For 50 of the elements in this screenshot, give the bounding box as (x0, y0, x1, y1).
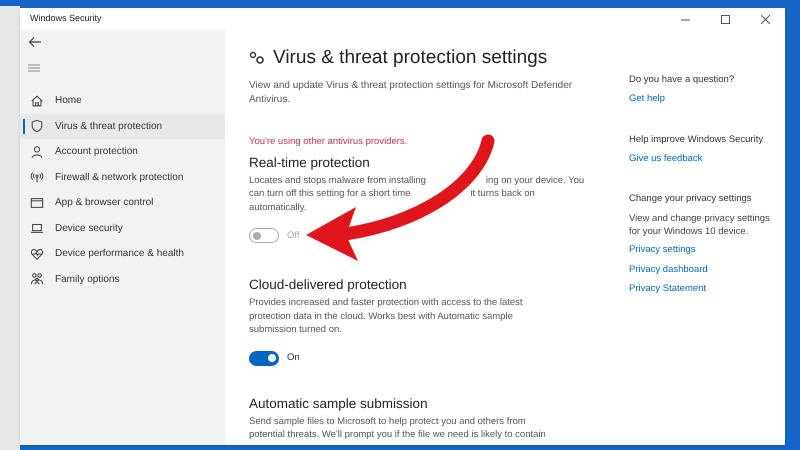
toggle-switch[interactable] (249, 350, 279, 366)
maximize-icon[interactable] (720, 14, 730, 24)
heart-icon (30, 246, 44, 261)
aside-text: View and change privacy settings for your Windows 10 device. (629, 212, 771, 238)
shield-icon (30, 119, 44, 134)
section-title: Automatic sample submission (249, 396, 429, 412)
family-icon (30, 272, 44, 286)
sidebar-item[interactable]: App & browser control (20, 190, 225, 216)
toggle-state-label: On (287, 351, 300, 366)
sidebar-item[interactable]: Family options (20, 266, 225, 292)
sidebar-item[interactable]: Device performance & health (20, 241, 225, 266)
warning-text: You're using other antivirus providers. (249, 134, 408, 148)
section-title: Real-time protection (249, 154, 371, 171)
description-text: potential threats. We'll prompt you if the file we need is likely to contain (249, 428, 546, 442)
toggle-state-label: Off (287, 228, 300, 243)
laptop-icon (30, 221, 44, 236)
sidebar-item[interactable]: Firewall & network protection (20, 164, 225, 190)
description-text: protection data in the cloud. Works best with Automatic sample (249, 310, 513, 324)
description-text: submission turned on. (249, 323, 342, 337)
home-icon (30, 94, 44, 108)
description-text: Provides increased and faster protection with access to the latest (249, 296, 523, 310)
page-title: Virus & threat protection settings (273, 46, 548, 70)
sidebar-item[interactable]: Account protection (20, 139, 225, 164)
toggle-switch[interactable] (249, 228, 279, 244)
aside-heading: Help improve Windows Security (629, 132, 764, 146)
menu-icon[interactable] (28, 62, 42, 74)
description-text: Send sample files to Microsoft to help protect you and others from (249, 414, 526, 428)
page-description: View and update Virus & threat protection settings for Microsoft Defender Antivirus. (249, 78, 574, 106)
description-text: ing on your device. You (486, 174, 584, 188)
aside-link[interactable]: Give us feedback (629, 152, 779, 166)
description-text: automatically. (249, 200, 306, 214)
antenna-icon (30, 170, 44, 184)
aside-heading: Do you have a question? (629, 73, 736, 87)
sidebar-item[interactable]: Device security (20, 216, 225, 241)
description-text: Locates and stops malware from installing (249, 174, 426, 188)
section-title: Cloud-delivered protection (249, 277, 408, 294)
sidebar-item[interactable]: Home (20, 88, 225, 114)
sidebar-item[interactable]: Virus & threat protection (20, 114, 225, 139)
aside-link[interactable]: Get help (629, 92, 779, 106)
window-icon (30, 196, 44, 210)
aside-link[interactable]: Privacy settings (629, 243, 779, 258)
aside-link[interactable]: Privacy dashboard (629, 262, 779, 277)
description-text: it turns back on (470, 187, 535, 201)
description-text: can turn off this setting for a short time (249, 187, 410, 201)
aside-heading: Change your privacy settings (629, 192, 753, 206)
window-title: Windows Security (30, 12, 102, 26)
close-icon[interactable] (760, 14, 770, 24)
gears-icon (249, 51, 265, 66)
aside-link[interactable]: Privacy Statement (629, 282, 779, 296)
person-icon (30, 144, 44, 159)
